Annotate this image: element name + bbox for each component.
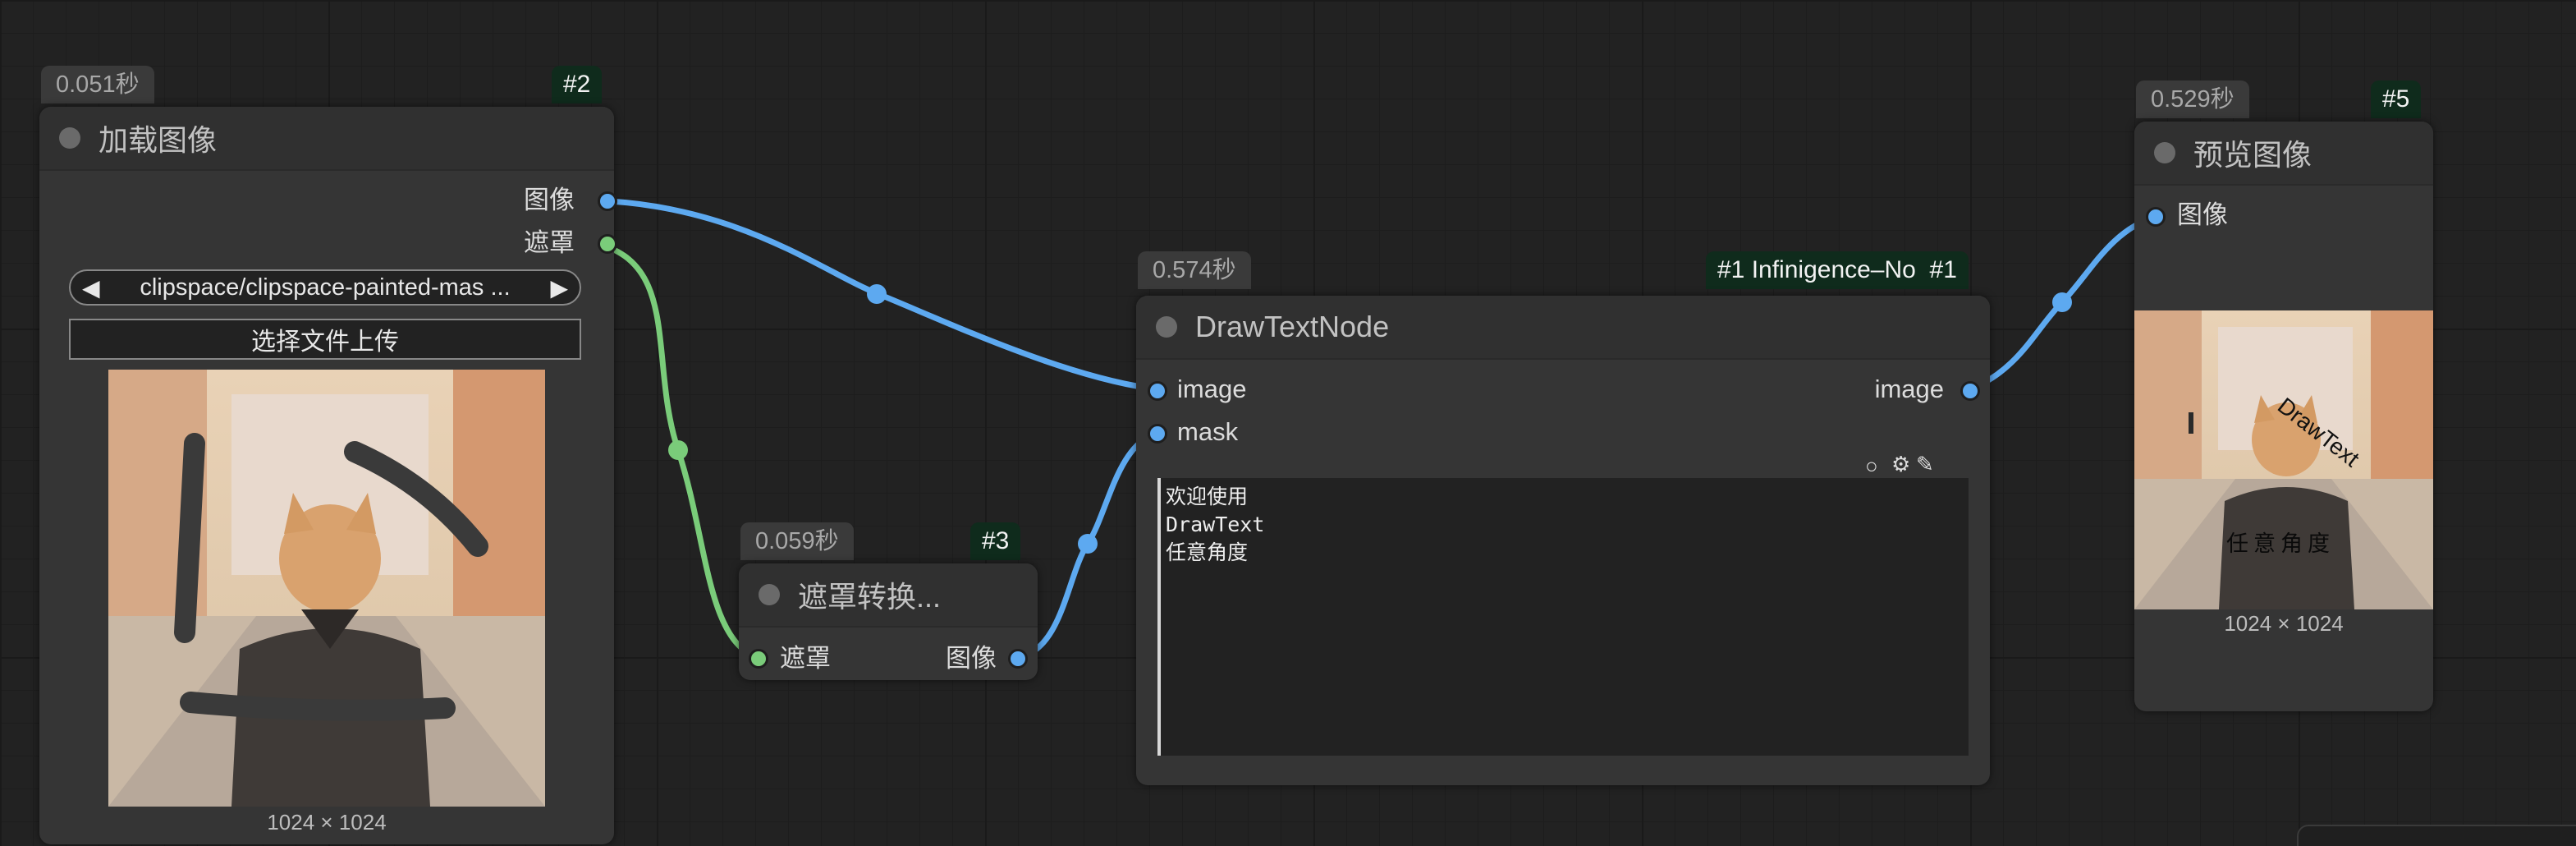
output-label-image: 图像 (946, 644, 997, 673)
exec-time-badge: 0.529秒 (2136, 80, 2249, 118)
link-midpoint-1[interactable] (867, 284, 887, 304)
upload-button[interactable]: 选择文件上传 (69, 319, 581, 360)
floating-panel[interactable] (2297, 825, 2576, 846)
node-id-badge: #3 (970, 522, 1021, 560)
input-port-image[interactable] (1148, 381, 1167, 401)
brush-icon[interactable]: ✎ (1916, 452, 1934, 477)
text-input-area[interactable]: 欢迎使用 DrawText 任意角度 (1157, 478, 1969, 756)
image-size-label: 1024 × 1024 (2224, 611, 2344, 636)
node-header[interactable]: 预览图像 (2134, 122, 2433, 186)
output-port-mask[interactable] (598, 234, 617, 254)
output-label-mask: 遮罩 (524, 228, 575, 257)
exec-time-badge: 0.051秒 (41, 66, 154, 103)
collapse-dot-icon[interactable] (59, 127, 80, 149)
gear-icon[interactable]: ⚙ (1891, 452, 1910, 477)
preview-overlay-text: 任意角度 (2226, 531, 2335, 556)
load-image-node[interactable]: 加载图像 图像 遮罩 ◀ clipspace/clipspace-painted… (39, 107, 617, 844)
image-select-combo[interactable]: ◀ clipspace/clipspace-painted-mas ... ▶ (69, 269, 581, 306)
link-midpoint-3[interactable] (1078, 534, 1098, 554)
loaded-image (108, 370, 545, 807)
output-port-image[interactable] (1008, 649, 1028, 669)
node-header[interactable]: 加载图像 (39, 107, 614, 171)
input-label-mask: mask (1177, 417, 1239, 446)
collapse-dot-icon[interactable] (759, 584, 780, 605)
node-id-badge: #1 Infinigence–No #1 (1706, 251, 1969, 289)
preview-image-node[interactable]: 预览图像 图像 DrawText 任意角度 1024 × 1024 (2134, 122, 2433, 711)
exec-time-badge: 0.059秒 (740, 522, 854, 560)
collapse-dot-icon[interactable] (2154, 142, 2175, 163)
circle-tool-icon[interactable]: ○ (1865, 453, 1878, 479)
node-id-badge: #5 (2371, 80, 2422, 118)
node-title: 加载图像 (99, 123, 218, 157)
text-line: 任意角度 (1166, 540, 1249, 564)
combo-next-icon[interactable]: ▶ (550, 274, 568, 301)
node-title: DrawTextNode (1195, 310, 1390, 343)
node-header[interactable]: DrawTextNode (1136, 296, 1990, 360)
draw-text-node[interactable]: DrawTextNode image mask image ○ ⚙ ✎ 欢迎使用… (1136, 296, 1990, 785)
output-port-image[interactable] (598, 191, 617, 211)
node-id-badge: #2 (552, 66, 603, 103)
text-line: DrawText (1166, 513, 1265, 536)
link-midpoint-4[interactable] (2052, 292, 2072, 312)
output-label-image: image (1874, 375, 1944, 403)
collapse-dot-icon[interactable] (1156, 316, 1177, 338)
link-midpoint-2[interactable] (668, 440, 688, 460)
node-title: 预览图像 (2193, 138, 2312, 172)
input-label-image: 图像 (2177, 200, 2228, 229)
combo-value: clipspace/clipspace-painted-mas ... (140, 274, 511, 301)
combo-prev-icon[interactable]: ◀ (82, 274, 100, 301)
mask-to-image-node[interactable]: 遮罩转换... 遮罩 图像 (739, 563, 1038, 680)
output-label-image: 图像 (524, 186, 575, 214)
text-line: 欢迎使用 (1166, 485, 1249, 508)
node-title: 遮罩转换... (798, 580, 942, 614)
input-port-mask[interactable] (1148, 424, 1167, 444)
input-label-image: image (1177, 375, 1247, 403)
output-port-image[interactable] (1960, 381, 1980, 401)
preview-image: DrawText 任意角度 (2134, 310, 2433, 609)
input-label-mask: 遮罩 (780, 644, 831, 673)
image-size-label: 1024 × 1024 (267, 810, 387, 835)
node-header[interactable]: 遮罩转换... (739, 563, 1038, 628)
input-port-mask[interactable] (749, 649, 768, 669)
exec-time-badge: 0.574秒 (1138, 251, 1251, 289)
input-port-image[interactable] (2146, 207, 2166, 227)
